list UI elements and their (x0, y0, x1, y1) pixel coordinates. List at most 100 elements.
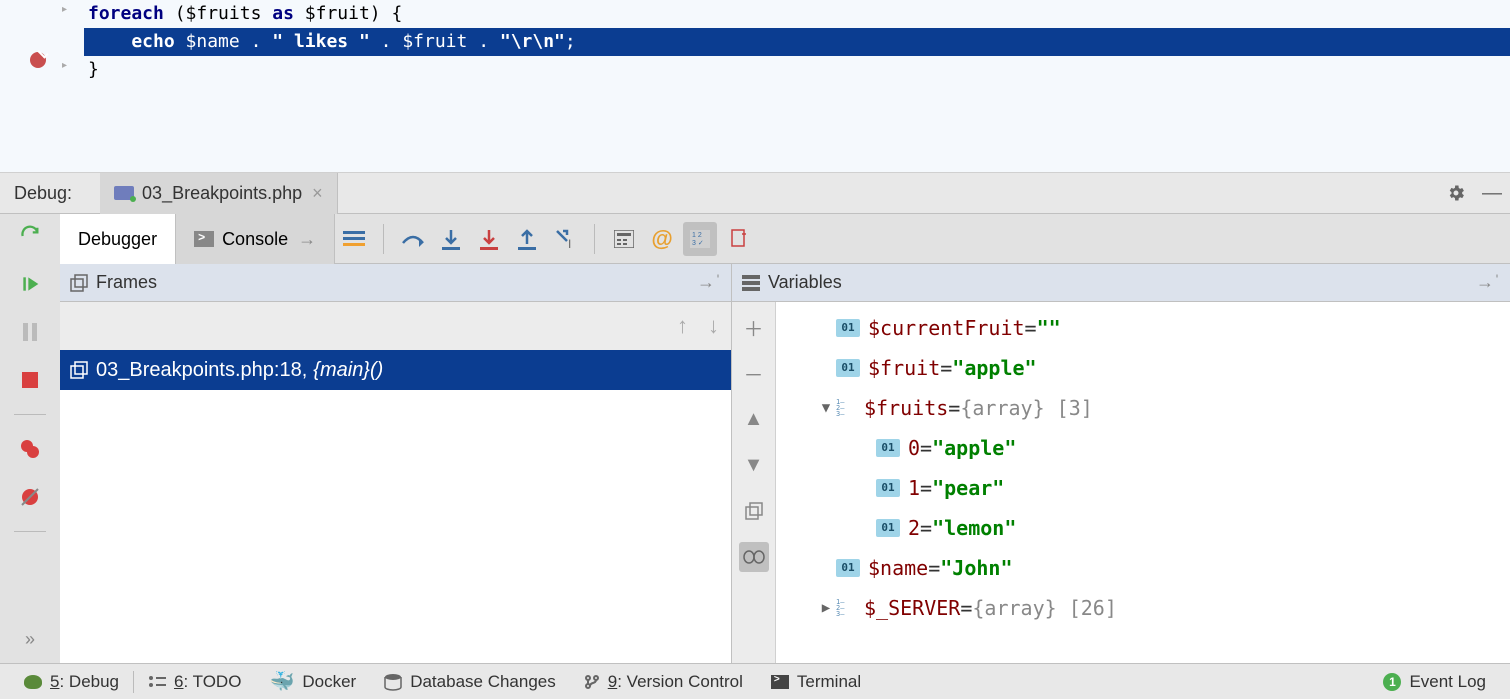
pause-button[interactable] (16, 318, 44, 346)
variables-icon (742, 275, 760, 291)
statusbar-docker[interactable]: 🐳 Docker (255, 669, 370, 694)
terminal-icon (771, 675, 789, 689)
add-watch-button[interactable]: ＋ (739, 312, 769, 342)
step-into-button[interactable] (434, 222, 468, 256)
settings-icon[interactable] (1442, 179, 1470, 207)
minimize-icon[interactable]: — (1478, 179, 1506, 207)
statusbar-debug[interactable]: 5: Debug (10, 672, 133, 692)
scalar-icon: 01 (836, 319, 860, 337)
statusbar-todo[interactable]: 6: TODO (134, 672, 255, 692)
array-icon: 1—2—3— (836, 599, 856, 617)
array-icon: 1—2—3— (836, 399, 856, 417)
bug-icon (24, 675, 42, 689)
variable-row[interactable]: 010 = "apple" (776, 428, 1510, 468)
move-up-button[interactable]: ▲ (739, 404, 769, 434)
scalar-icon: 01 (876, 519, 900, 537)
pin-button[interactable] (721, 222, 755, 256)
show-watches-button[interactable] (739, 542, 769, 572)
debug-body: » Debugger Console → I (0, 214, 1510, 663)
mute-breakpoints-button[interactable] (16, 483, 44, 511)
code-line[interactable]: echo $name . " likes " . $fruit . "\r\n"… (84, 28, 1510, 56)
variable-row[interactable]: ▶1—2—3—$_SERVER = {array} [26] (776, 588, 1510, 628)
more-icon[interactable]: » (16, 625, 44, 653)
variables-list[interactable]: 01$currentFruit = ""01$fruit = "apple"▼1… (776, 302, 1510, 663)
frames-panel: Frames →ˈ ↑ ↓ 03_Breakpoints.php:18,{mai… (60, 264, 732, 663)
view-breakpoints-button[interactable] (16, 435, 44, 463)
statusbar-vcs[interactable]: 9: Version Control (570, 672, 757, 692)
variables-panel: Variables →ˈ ＋ － ▲ ▼ (732, 264, 1510, 663)
frames-header: Frames →ˈ (60, 264, 731, 302)
svg-text:I: I (568, 237, 571, 250)
copy-button[interactable] (739, 496, 769, 526)
frame-down-icon[interactable]: ↓ (708, 313, 719, 339)
fold-marker-icon[interactable]: ▸ (62, 60, 67, 71)
statusbar-terminal[interactable]: Terminal (757, 672, 875, 692)
close-icon[interactable]: × (312, 183, 323, 204)
code-line[interactable]: } (84, 56, 1510, 84)
step-out-button[interactable] (510, 222, 544, 256)
debug-tabs-row: Debugger Console → I @ 1 (60, 214, 1510, 264)
docker-icon: 🐳 (269, 669, 294, 694)
evaluate-expression-button[interactable] (607, 222, 641, 256)
editor-area[interactable]: ▸ ▸ foreach ($fruits as $fruit) { echo $… (0, 0, 1510, 173)
scalar-icon: 01 (876, 439, 900, 457)
variable-row[interactable]: 012 = "lemon" (776, 508, 1510, 548)
watch-button[interactable]: @ (645, 222, 679, 256)
variables-toolbar: ＋ － ▲ ▼ (732, 302, 776, 663)
breakpoint-icon[interactable] (30, 52, 46, 68)
svg-text:3 ✓: 3 ✓ (692, 240, 704, 247)
arrow-right-icon[interactable]: →ˈ (1476, 272, 1500, 293)
code-line[interactable]: foreach ($fruits as $fruit) { (84, 0, 1510, 28)
debug-panels: Frames →ˈ ↑ ↓ 03_Breakpoints.php:18,{mai… (60, 264, 1510, 663)
tab-debugger[interactable]: Debugger (60, 214, 176, 264)
scalar-icon: 01 (836, 359, 860, 377)
variable-row[interactable]: ▼1—2—3—$fruits = {array} [3] (776, 388, 1510, 428)
remove-watch-button[interactable]: － (739, 358, 769, 388)
debug-toolwindow-header: Debug: 03_Breakpoints.php × — (0, 173, 1510, 214)
frames-icon (70, 274, 88, 292)
variable-row[interactable]: 01$name = "John" (776, 548, 1510, 588)
statusbar-eventlog[interactable]: 1 Event Log (1369, 672, 1500, 692)
tab-console[interactable]: Console → (176, 214, 335, 264)
settings-button[interactable]: 1 23 ✓ (683, 222, 717, 256)
frames-list[interactable]: 03_Breakpoints.php:18,{main}() (60, 350, 731, 390)
run-config-name: 03_Breakpoints.php (142, 183, 302, 204)
statusbar: 5: Debug 6: TODO 🐳 Docker Database Chang… (0, 663, 1510, 699)
run-config-tab[interactable]: 03_Breakpoints.php × (100, 173, 338, 214)
debug-left-rail: » (0, 214, 60, 663)
svg-text:1 2: 1 2 (692, 232, 702, 239)
code-lines[interactable]: foreach ($fruits as $fruit) { echo $name… (84, 0, 1510, 84)
arrow-right-icon[interactable]: →ˈ (697, 272, 721, 293)
variable-row[interactable]: 01$fruit = "apple" (776, 348, 1510, 388)
debug-toolbar: I @ 1 23 ✓ (335, 214, 1510, 263)
stop-button[interactable] (16, 366, 44, 394)
run-to-cursor-button[interactable]: I (548, 222, 582, 256)
arrow-right-icon: → (298, 229, 316, 250)
scalar-icon: 01 (876, 479, 900, 497)
editor-gutter: ▸ ▸ (0, 0, 84, 172)
frame-item[interactable]: 03_Breakpoints.php:18,{main}() (60, 350, 731, 390)
variable-row[interactable]: 01$currentFruit = "" (776, 308, 1510, 348)
separator (14, 531, 46, 532)
branch-icon (584, 674, 600, 690)
variable-row[interactable]: 011 = "pear" (776, 468, 1510, 508)
php-file-icon (114, 186, 134, 200)
separator (14, 414, 46, 415)
rerun-button[interactable] (16, 222, 44, 250)
database-icon (384, 673, 402, 691)
variables-header: Variables →ˈ (732, 264, 1510, 302)
show-execution-point-button[interactable] (337, 222, 371, 256)
scalar-icon: 01 (836, 559, 860, 577)
separator (594, 224, 595, 254)
frame-up-icon[interactable]: ↑ (677, 313, 688, 339)
step-over-button[interactable] (396, 222, 430, 256)
statusbar-database[interactable]: Database Changes (370, 672, 570, 692)
resume-button[interactable] (16, 270, 44, 298)
separator (383, 224, 384, 254)
console-icon (194, 231, 214, 247)
frames-nav: ↑ ↓ (60, 302, 731, 350)
list-icon (148, 675, 166, 689)
fold-marker-icon[interactable]: ▸ (62, 4, 67, 15)
force-step-into-button[interactable] (472, 222, 506, 256)
move-down-button[interactable]: ▼ (739, 450, 769, 480)
